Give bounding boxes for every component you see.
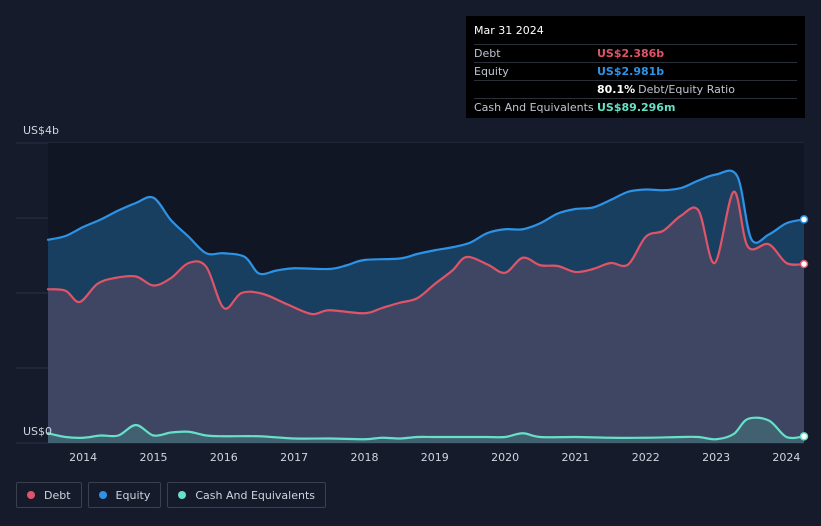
x-tick-label: 2021 xyxy=(561,451,589,464)
x-axis-ticks: 2014 2015 2016 2017 2018 2019 2020 2021 2022 2023… xyxy=(69,451,800,464)
tooltip-equity-label: Equity xyxy=(474,65,509,78)
tooltip-row-equity: Equity US$2.981b xyxy=(474,62,797,80)
chart-legend: Debt Equity Cash And Equivalents xyxy=(16,482,326,508)
tooltip-cash-label: Cash And Equivalents xyxy=(474,101,594,114)
equity-dot-icon xyxy=(98,491,107,499)
x-tick-label: 2014 xyxy=(69,451,97,464)
legend-debt-label: Debt xyxy=(44,488,71,502)
cash-dot-icon xyxy=(178,491,187,499)
tooltip-date: Mar 31 2024 xyxy=(474,24,544,37)
x-tick-label: 2018 xyxy=(350,451,378,464)
tooltip-panel: Mar 31 2024 Debt US$2.386b Equity US$2.9… xyxy=(466,16,805,118)
x-tick-label: 2024 xyxy=(772,451,800,464)
tooltip-cash-value: US$89.296m xyxy=(597,101,676,114)
legend-item-debt[interactable]: Debt xyxy=(16,482,82,508)
tooltip-ratio-label: Debt/Equity Ratio xyxy=(638,83,735,96)
legend-item-cash[interactable]: Cash And Equivalents xyxy=(167,482,326,508)
y-axis-label-top: US$4b xyxy=(23,124,59,137)
x-tick-label: 2016 xyxy=(210,451,238,464)
debt-end-marker xyxy=(799,259,809,269)
legend-cash-label: Cash And Equivalents xyxy=(195,488,315,502)
x-tick-label: 2020 xyxy=(491,451,519,464)
x-tick-label: 2017 xyxy=(280,451,308,464)
cash-end-marker xyxy=(799,432,809,441)
x-tick-label: 2022 xyxy=(632,451,660,464)
y-axis-label-bottom: US$0 xyxy=(23,425,52,438)
legend-equity-label: Equity xyxy=(115,488,151,502)
tooltip-row-ratio: 80.1% Debt/Equity Ratio xyxy=(474,80,797,98)
tooltip-row-debt: Debt US$2.386b xyxy=(474,44,797,62)
tooltip-debt-label: Debt xyxy=(474,47,501,60)
x-tick-label: 2023 xyxy=(702,451,730,464)
x-tick-label: 2015 xyxy=(139,451,167,464)
x-tick-label: 2019 xyxy=(421,451,449,464)
equity-end-marker xyxy=(799,215,809,224)
tooltip-debt-value: US$2.386b xyxy=(597,47,665,60)
tooltip-equity-value: US$2.981b xyxy=(597,65,665,78)
legend-item-equity[interactable]: Equity xyxy=(87,482,162,508)
debt-dot-icon xyxy=(27,491,35,499)
tooltip-row-cash: Cash And Equivalents US$89.296m xyxy=(474,98,797,116)
tooltip-ratio-value: 80.1% xyxy=(597,83,636,96)
